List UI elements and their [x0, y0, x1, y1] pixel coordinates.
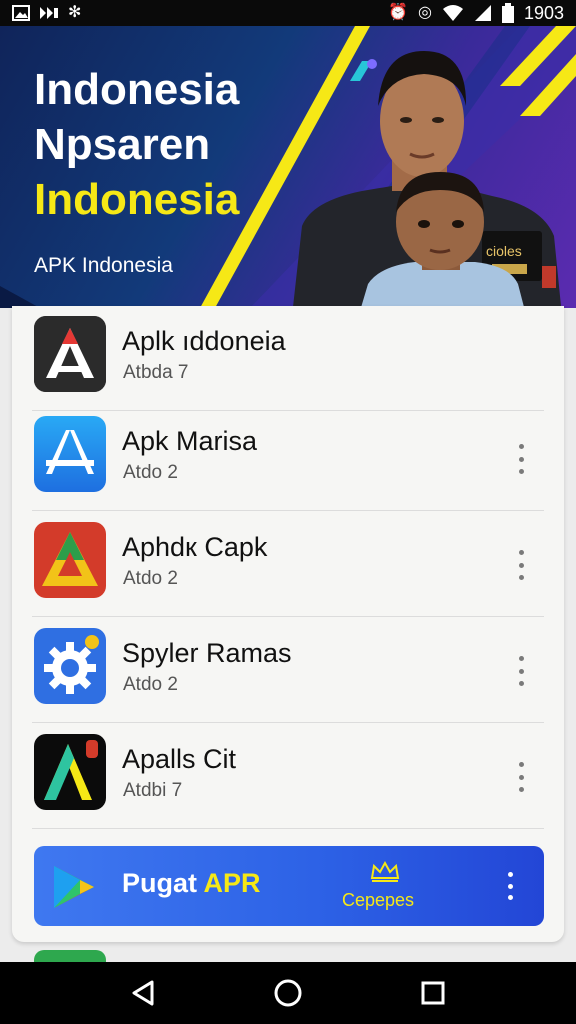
home-icon[interactable]: [268, 973, 308, 1013]
banner-title-line1: Indonesia: [34, 65, 240, 114]
crown-icon: [370, 860, 400, 888]
recents-icon[interactable]: [413, 973, 453, 1013]
cast-icon: [40, 7, 58, 19]
app-name: Apk Marisa: [122, 426, 258, 456]
list-item[interactable]: Aplk ıddoneia Atbda 7: [32, 306, 544, 411]
list-item[interactable]: Apalls Cit Atdbi 7: [32, 724, 544, 829]
alarm-icon: ⏰: [388, 4, 408, 21]
app-store-icon: [34, 416, 106, 492]
list-item[interactable]: Aphdк Capk Atdo 2: [32, 512, 544, 617]
app-subtitle: Atdo 2: [123, 674, 178, 695]
app-name: Apalls Cit: [122, 744, 237, 774]
image-icon: [12, 5, 30, 21]
banner-title: Indonesia Npsaren Indonesia: [34, 62, 239, 227]
app-subtitle: Atdbi 7: [123, 780, 183, 801]
app-subtitle: Atdo 2: [123, 462, 178, 483]
hero-banner[interactable]: Indonesia Npsaren Indonesia APK Indonesi…: [0, 26, 576, 308]
app-a-dark-icon: [34, 316, 106, 392]
snowflake-icon: ✻: [68, 4, 82, 21]
banner-title-line3: Indonesia: [34, 175, 240, 224]
child-portrait-image: [360, 172, 525, 308]
promo-subtitle: Cepepes: [342, 890, 415, 910]
app-list-card: Aplk ıddoneia Atbda 7 Apk Marisa Atdo 2: [12, 306, 564, 942]
signal-icon: [474, 5, 491, 21]
back-icon[interactable]: [123, 973, 163, 1013]
screen: ✻ ⏰ ◎ 1903 Indonesia Npsaren Indonesia A…: [0, 0, 576, 1024]
promo-button[interactable]: Pugat APR Cepepes: [34, 846, 544, 926]
gear-icon: [34, 628, 106, 704]
app-subtitle: Atdo 2: [123, 568, 178, 589]
banner-title-line2: Npsaren: [34, 120, 211, 169]
play-store-icon: [54, 866, 94, 908]
app-a-neon-icon: [34, 734, 106, 810]
more-options-icon[interactable]: [516, 550, 526, 580]
alarm-clock-icon: ◎: [417, 4, 432, 21]
battery-icon: [501, 3, 514, 23]
list-item[interactable]: Apk Marisa Atdo 2: [32, 406, 544, 511]
app-name: Aplk ıddoneia: [122, 326, 286, 356]
app-triangle-icon: [34, 522, 106, 598]
list-item[interactable]: Spyler Ramas Atdo 2: [32, 618, 544, 723]
more-options-icon[interactable]: [516, 762, 526, 792]
status-bar: ✻ ⏰ ◎ 1903: [0, 0, 576, 26]
more-options-icon[interactable]: [506, 872, 514, 900]
status-time: 1903: [523, 2, 564, 23]
app-name: Spyler Ramas: [122, 638, 292, 668]
more-options-icon[interactable]: [516, 444, 526, 474]
app-name: Aphdк Capk: [122, 532, 268, 562]
wifi-icon: [442, 5, 463, 21]
app-subtitle: Atbda 7: [123, 362, 189, 383]
navigation-bar: [0, 962, 576, 1024]
promo-title: Pugat APR: [122, 868, 261, 898]
more-options-icon[interactable]: [516, 656, 526, 686]
banner-subtitle: APK Indonesia: [34, 254, 173, 277]
